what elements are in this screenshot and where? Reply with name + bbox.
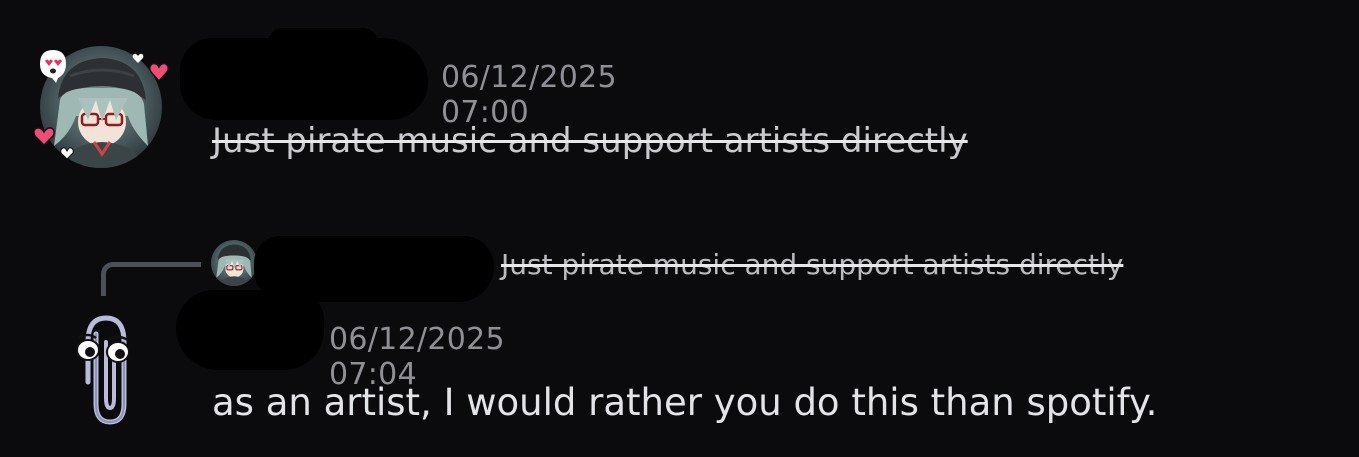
heart-icon (148, 62, 170, 83)
heart-icon (60, 147, 74, 160)
anime-girl-avatar-icon (216, 244, 252, 286)
redacted-username (268, 28, 378, 58)
heart-icon (33, 127, 55, 147)
heart-icon (132, 53, 144, 63)
message-text: Just pirate music and support artists di… (212, 121, 968, 161)
heart-eyes-ghost-icon (40, 50, 66, 83)
reply-connector-line (101, 262, 201, 296)
paperclip-clippy-icon[interactable] (70, 312, 140, 428)
reply-avatar[interactable] (211, 240, 257, 286)
message-timestamp[interactable]: 06/12/2025 07:00 (441, 60, 617, 130)
redacted-username (176, 290, 324, 370)
message-text: as an artist, I would rather you do this… (212, 381, 1158, 424)
reply-preview-text[interactable]: Just pirate music and support artists di… (501, 248, 1123, 281)
